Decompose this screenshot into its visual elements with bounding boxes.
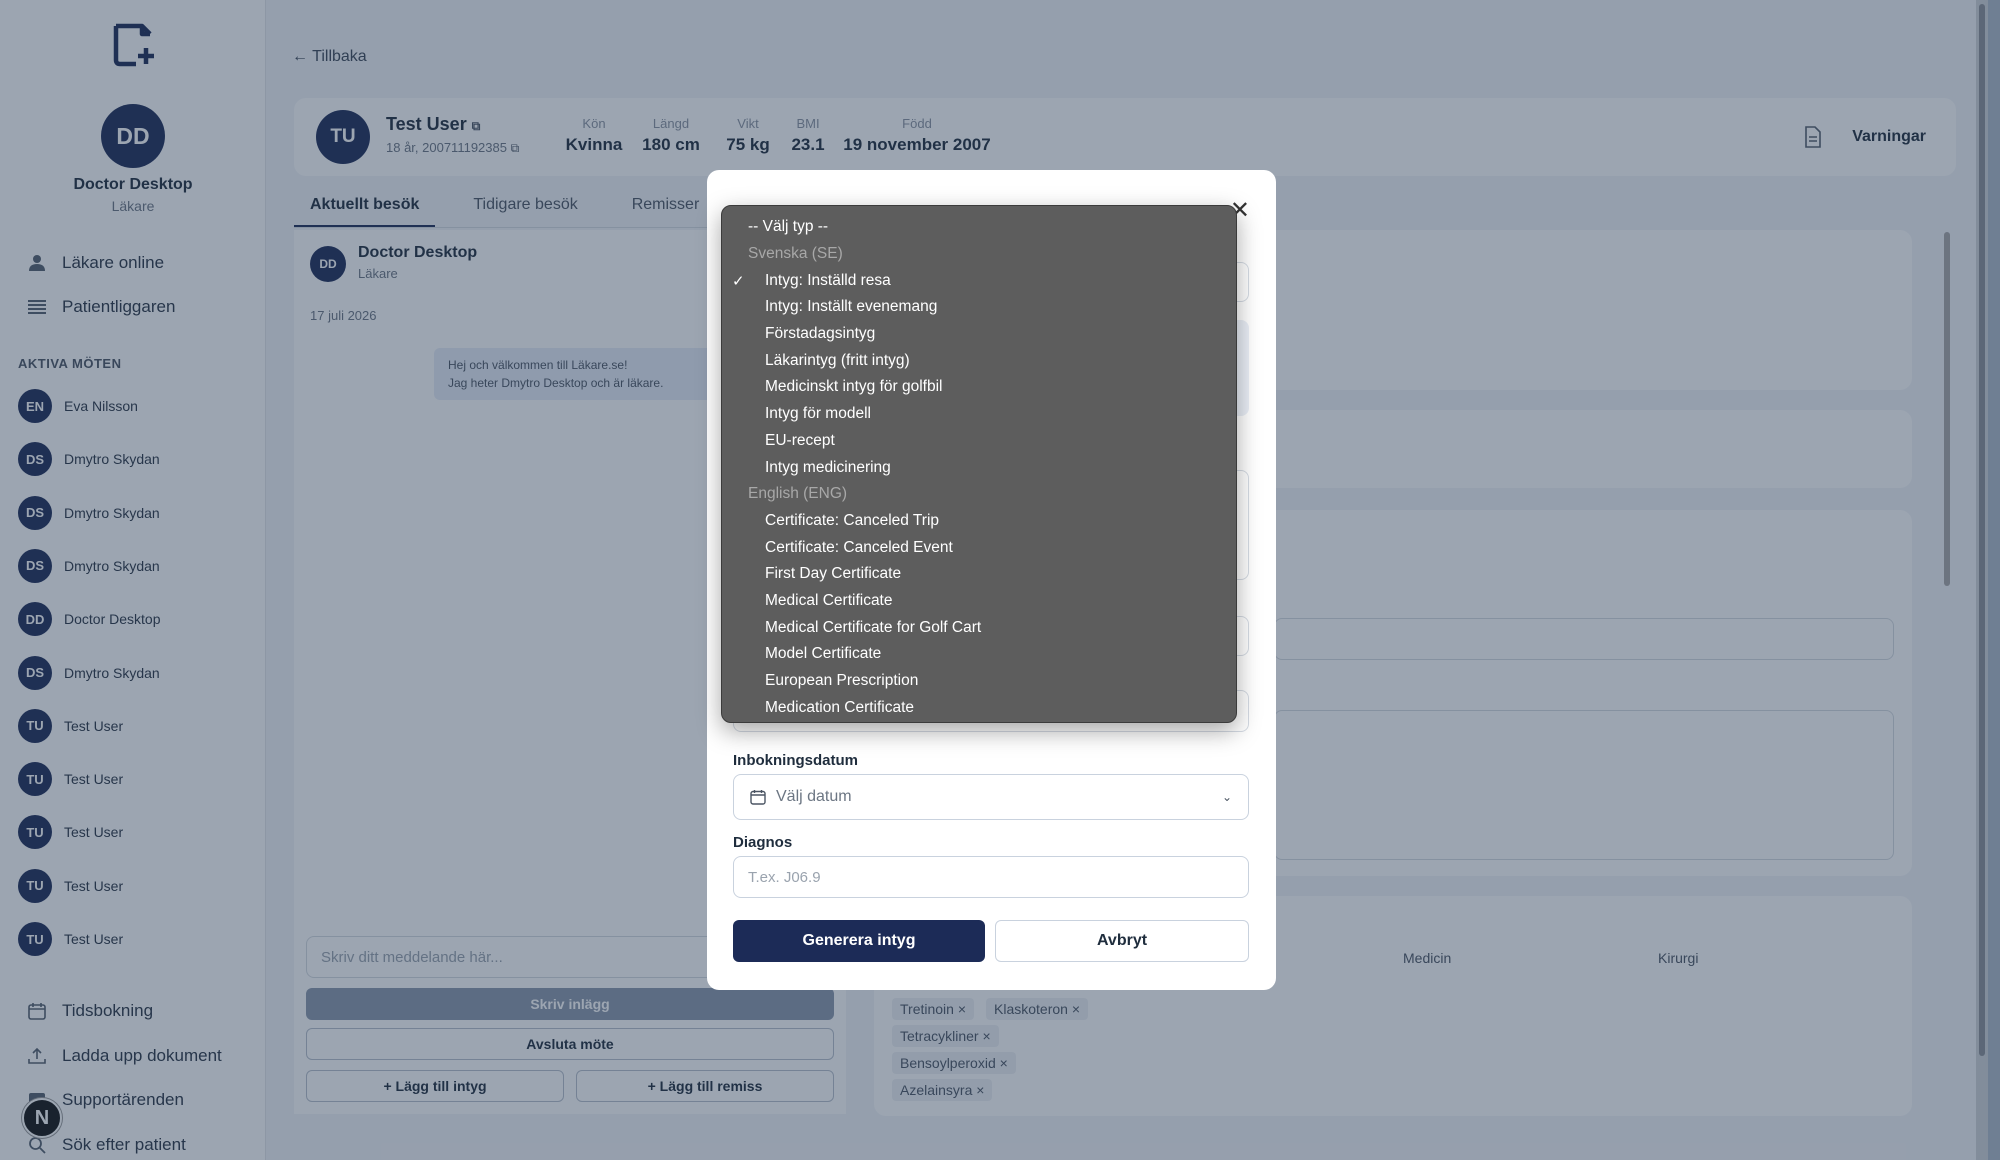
- chevron-down-icon: ⌄: [1221, 790, 1232, 804]
- booking-date-placeholder: Välj datum: [776, 788, 852, 805]
- diagnosis-input[interactable]: T.ex. J06.9: [733, 856, 1249, 898]
- option-label: Intyg: Inställt evenemang: [765, 298, 938, 316]
- dropdown-option[interactable]: Medicinskt intyg för golfbil: [722, 374, 1236, 401]
- dropdown-option[interactable]: Certificate: Canceled Trip: [722, 508, 1236, 535]
- dropdown-option[interactable]: Model Certificate: [722, 641, 1236, 668]
- option-label: First Day Certificate: [765, 565, 902, 583]
- dropdown-option[interactable]: Förstadagsintyg: [722, 321, 1236, 348]
- option-label: European Prescription: [765, 672, 919, 690]
- option-label: Certificate: Canceled Trip: [765, 511, 940, 529]
- dropdown-option[interactable]: Medical Certificate for Golf Cart: [722, 614, 1236, 641]
- option-label: Läkarintyg (fritt intyg): [765, 351, 910, 369]
- dropdown-option-placeholder[interactable]: -- Välj typ --: [722, 214, 1236, 241]
- option-label: Intyg för modell: [765, 405, 871, 423]
- booking-date-select[interactable]: Välj datum ⌄: [733, 774, 1249, 820]
- dropdown-option[interactable]: European Prescription: [722, 668, 1236, 695]
- dropdown-option[interactable]: EU-recept: [722, 428, 1236, 455]
- booking-date-label: Inbokningsdatum: [733, 752, 858, 769]
- certificate-type-dropdown[interactable]: -- Välj typ -- Svenska (SE) ✓ Intyg: Instäl…: [721, 205, 1237, 723]
- content-scrollbar-thumb[interactable]: [1944, 232, 1950, 586]
- option-label: EU-recept: [765, 431, 835, 449]
- option-label: English (ENG): [748, 485, 848, 503]
- dropdown-option[interactable]: Certificate: Canceled Event: [722, 534, 1236, 561]
- option-label: Medication Certificate: [765, 698, 915, 716]
- dropdown-group-label: English (ENG): [722, 481, 1236, 508]
- dropdown-option[interactable]: Intyg medicinering: [722, 454, 1236, 481]
- generate-certificate-button[interactable]: Generera intyg: [733, 920, 985, 962]
- dropdown-option[interactable]: Intyg för modell: [722, 401, 1236, 428]
- dropdown-option[interactable]: Medication Certificate: [722, 694, 1236, 721]
- dropdown-option[interactable]: Medical Certificate: [722, 588, 1236, 615]
- option-label: Förstadagsintyg: [765, 325, 876, 343]
- dropdown-option[interactable]: ✓ Intyg: Inställd resa: [722, 267, 1236, 294]
- dropdown-option[interactable]: First Day Certificate: [722, 561, 1236, 588]
- dropdown-group-label: Svenska (SE): [722, 241, 1236, 268]
- checkmark-icon: ✓: [732, 272, 745, 290]
- option-label: Certificate: Canceled Event: [765, 538, 953, 556]
- option-label: Intyg medicinering: [765, 458, 891, 476]
- dropdown-option[interactable]: Intyg: Inställt evenemang: [722, 294, 1236, 321]
- option-label: Medicinskt intyg för golfbil: [765, 378, 943, 396]
- option-label: Intyg: Inställd resa: [765, 271, 891, 289]
- calendar-icon: [750, 790, 766, 805]
- option-label: Medical Certificate: [765, 591, 893, 609]
- diagnosis-label: Diagnos: [733, 834, 793, 851]
- option-label: -- Välj typ --: [748, 218, 829, 236]
- cancel-button[interactable]: Avbryt: [995, 920, 1249, 962]
- app-window: DD Doctor Desktop Läkare Läkare online P…: [0, 0, 1988, 1160]
- option-label: Model Certificate: [765, 645, 882, 663]
- option-label: Svenska (SE): [748, 245, 843, 263]
- dropdown-option[interactable]: Läkarintyg (fritt intyg): [722, 347, 1236, 374]
- option-label: Medical Certificate for Golf Cart: [765, 618, 982, 636]
